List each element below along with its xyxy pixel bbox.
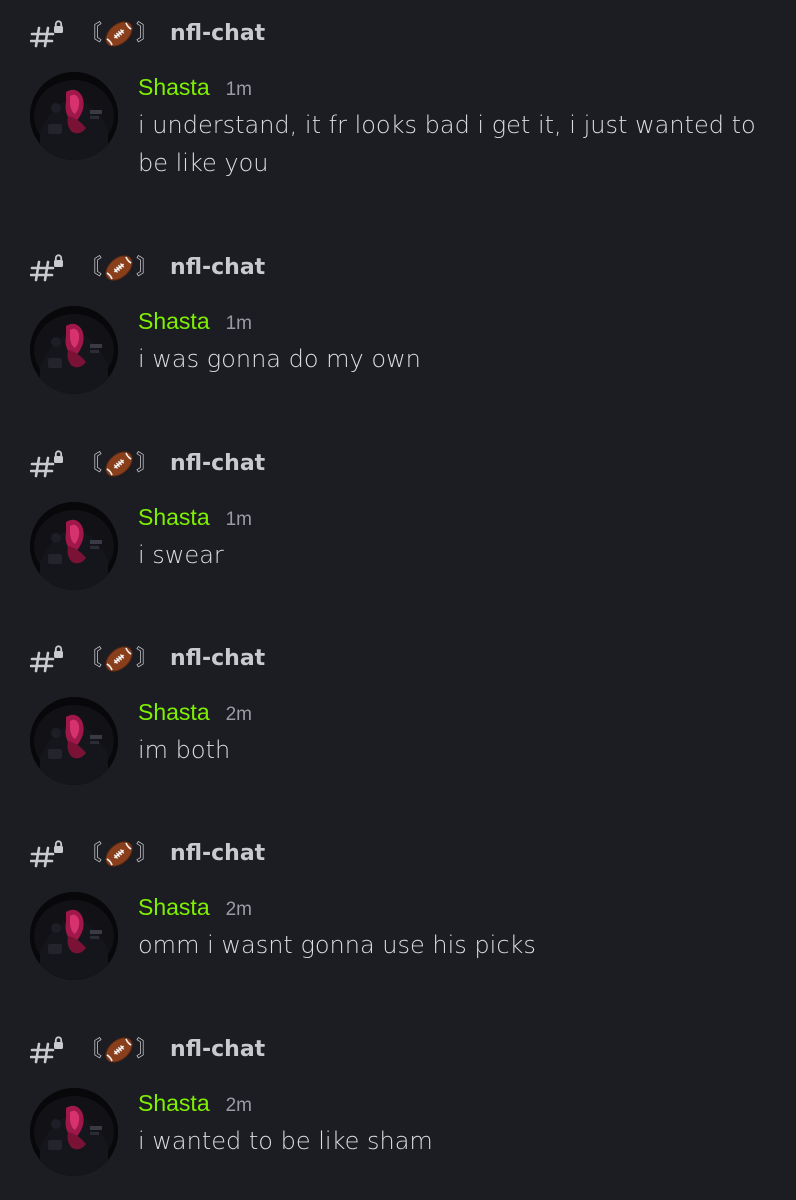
hash-lock-icon bbox=[30, 252, 70, 284]
avatar[interactable] bbox=[30, 892, 118, 980]
football-icon bbox=[103, 643, 135, 675]
timestamp: 1m bbox=[225, 509, 253, 530]
bracket-open: 〘 bbox=[80, 1037, 103, 1062]
bracket-open: 〘 bbox=[80, 255, 103, 280]
timestamp: 1m bbox=[225, 313, 253, 334]
channel-name[interactable]: nfl-chat bbox=[170, 18, 265, 50]
football-icon bbox=[103, 252, 135, 284]
bracket-open: 〘 bbox=[80, 646, 103, 671]
bracket-close: 〙 bbox=[136, 646, 159, 671]
football-icon bbox=[103, 838, 135, 870]
message-text: omm i wasnt gonna use his picks bbox=[138, 931, 536, 959]
message-text: i was gonna do my own bbox=[138, 345, 421, 373]
bracket-close: 〙 bbox=[136, 841, 159, 866]
search-result-message[interactable]: 〘 bbox=[0, 234, 796, 414]
message-text: i swear bbox=[138, 541, 224, 569]
search-result-message[interactable]: 〘 bbox=[0, 820, 796, 1000]
timestamp: 2m bbox=[225, 899, 253, 920]
search-result-message[interactable]: 〘 bbox=[0, 430, 796, 610]
timestamp: 2m bbox=[225, 1095, 253, 1116]
bracket-close: 〙 bbox=[136, 1037, 159, 1062]
channel-name[interactable]: nfl-chat bbox=[170, 252, 265, 284]
username[interactable]: Shasta bbox=[138, 894, 210, 921]
message-text: i understand, it fr looks bad i get it, … bbox=[138, 111, 756, 177]
avatar[interactable] bbox=[30, 72, 118, 160]
message-feed[interactable]: 〘 〙 nfl-chat Shasta 1m i understand, it … bbox=[0, 0, 796, 1200]
avatar[interactable] bbox=[30, 502, 118, 590]
channel-name[interactable]: nfl-chat bbox=[170, 1034, 265, 1066]
channel-header[interactable]: 〘 〙 nfl-chat bbox=[30, 448, 265, 480]
hash-lock-icon bbox=[30, 838, 70, 870]
bracket-close: 〙 bbox=[136, 255, 159, 280]
avatar[interactable] bbox=[30, 1088, 118, 1176]
channel-name[interactable]: nfl-chat bbox=[170, 838, 265, 870]
hash-lock-icon bbox=[30, 1034, 70, 1066]
channel-header[interactable]: 〘 〙 nfl-chat bbox=[30, 252, 265, 284]
bracket-open: 〘 bbox=[80, 841, 103, 866]
hash-lock-icon bbox=[30, 18, 70, 50]
channel-header[interactable]: 〘 〙 nfl-chat bbox=[30, 643, 265, 675]
channel-header[interactable]: 〘 〙 nfl-chat bbox=[30, 1034, 265, 1066]
search-result-message[interactable]: 〘 bbox=[0, 625, 796, 805]
username[interactable]: Shasta bbox=[138, 504, 210, 531]
channel-header[interactable]: 〘 〙 nfl-chat bbox=[30, 18, 265, 50]
message-text: im both bbox=[138, 736, 231, 764]
timestamp: 1m bbox=[225, 79, 253, 100]
football-icon bbox=[103, 448, 135, 480]
message-text: i wanted to be like sham bbox=[138, 1127, 433, 1155]
football-icon bbox=[103, 1034, 135, 1066]
avatar[interactable] bbox=[30, 697, 118, 785]
hash-lock-icon bbox=[30, 643, 70, 675]
username[interactable]: Shasta bbox=[138, 74, 210, 101]
bracket-open: 〘 bbox=[80, 451, 103, 476]
bracket-close: 〙 bbox=[136, 21, 159, 46]
username[interactable]: Shasta bbox=[138, 308, 210, 335]
bracket-open: 〘 bbox=[80, 21, 103, 46]
timestamp: 2m bbox=[225, 704, 253, 725]
channel-name[interactable]: nfl-chat bbox=[170, 643, 265, 675]
channel-header[interactable]: 〘 〙 nfl-chat bbox=[30, 838, 265, 870]
bracket-close: 〙 bbox=[136, 451, 159, 476]
hash-lock-icon bbox=[30, 448, 70, 480]
avatar[interactable] bbox=[30, 306, 118, 394]
username[interactable]: Shasta bbox=[138, 1090, 210, 1117]
channel-name[interactable]: nfl-chat bbox=[170, 448, 265, 480]
search-result-message[interactable]: 〘 bbox=[0, 0, 796, 180]
username[interactable]: Shasta bbox=[138, 699, 210, 726]
search-result-message[interactable]: 〘 bbox=[0, 1016, 796, 1196]
football-icon bbox=[103, 18, 135, 50]
